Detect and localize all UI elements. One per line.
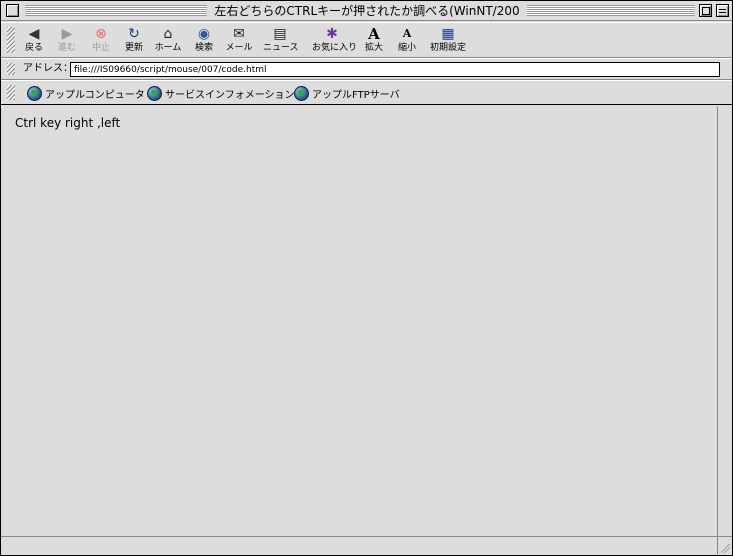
text-larger-button[interactable]: A 拡大 <box>357 26 391 54</box>
news-button-label: ニュース <box>263 43 299 53</box>
mail-button-label: メール <box>225 43 253 53</box>
vertical-scrollbar[interactable] <box>717 106 732 536</box>
toolbar-grip[interactable] <box>7 27 15 53</box>
favorite-link-service-information[interactable]: サービスインフォメーション <box>147 85 295 101</box>
favorite-link-apple-computer[interactable]: アップルコンピュータ <box>27 85 145 101</box>
address-bar-grip[interactable] <box>7 63 15 75</box>
globe-icon <box>147 85 162 101</box>
refresh-button[interactable]: ↻ 更新 <box>117 26 151 54</box>
globe-icon <box>27 85 42 101</box>
news-icon: ▤ <box>273 26 287 42</box>
favorites-bar-grip[interactable] <box>7 85 15 100</box>
preferences-button-label: 初期設定 <box>429 43 466 53</box>
stop-icon: ⊗ <box>95 26 107 42</box>
text-larger-button-label: 拡大 <box>364 43 383 53</box>
forward-button[interactable]: ▶ 進む <box>50 26 84 54</box>
search-button[interactable]: ◉ 検索 <box>187 26 221 54</box>
back-button-label: 戻る <box>24 43 43 53</box>
stop-button-label: 中止 <box>91 43 110 53</box>
favorites-button-label: お気に入り <box>312 43 358 53</box>
text-smaller-button[interactable]: A 縮小 <box>390 26 424 54</box>
title-bar-stripes <box>25 5 207 16</box>
favorite-link-label: アップルコンピュータ <box>45 89 145 101</box>
favorites-bar: アップルコンピュータ サービスインフォメーション アップルFTPサーバ <box>1 80 732 105</box>
resize-grip-icon[interactable] <box>717 536 732 555</box>
home-icon: ⌂ <box>163 26 173 42</box>
refresh-button-label: 更新 <box>124 43 143 53</box>
stop-button[interactable]: ⊗ 中止 <box>84 26 118 54</box>
back-arrow-icon: ◀ <box>28 26 40 42</box>
address-label: アドレス： <box>23 63 73 74</box>
content-text: Ctrl key right ,left <box>15 116 121 130</box>
search-globe-icon: ◉ <box>197 26 211 42</box>
preferences-icon: ▦ <box>441 26 455 42</box>
address-bar: アドレス： <box>1 58 732 80</box>
mail-icon: ✉ <box>233 26 245 42</box>
favorite-link-label: アップルFTPサーバ <box>312 89 400 101</box>
close-box-button[interactable] <box>6 4 19 17</box>
text-larger-icon: A <box>368 25 380 43</box>
favorite-link-apple-ftp-server[interactable]: アップルFTPサーバ <box>294 85 400 101</box>
news-button[interactable]: ▤ ニュース <box>263 26 299 54</box>
address-input[interactable] <box>70 62 720 77</box>
zoom-box-button[interactable] <box>699 4 712 17</box>
title-bar[interactable]: 左右どちらのCTRLキーが押されたか調べる(WinNT/200 <box>1 1 732 21</box>
window-title: 左右どちらのCTRLキーが押されたか調べる(WinNT/200 <box>209 4 525 18</box>
home-button[interactable]: ⌂ ホーム <box>151 26 185 54</box>
horizontal-scrollbar[interactable] <box>1 536 717 555</box>
text-smaller-button-label: 縮小 <box>397 43 416 53</box>
preferences-button[interactable]: ▦ 初期設定 <box>428 26 468 54</box>
search-button-label: 検索 <box>194 43 213 53</box>
back-button[interactable]: ◀ 戻る <box>17 26 51 54</box>
refresh-icon: ↻ <box>128 26 140 42</box>
page-content: Ctrl key right ,left <box>1 106 717 536</box>
forward-arrow-icon: ▶ <box>61 26 73 42</box>
globe-icon <box>294 85 309 101</box>
text-smaller-icon: A <box>402 27 412 40</box>
home-button-label: ホーム <box>154 43 182 53</box>
favorite-link-label: サービスインフォメーション <box>165 89 295 101</box>
collapse-box-button[interactable] <box>716 4 729 17</box>
mail-button[interactable]: ✉ メール <box>222 26 256 54</box>
favorites-icon: ✱ <box>326 26 338 42</box>
browser-window: 左右どちらのCTRLキーが押されたか調べる(WinNT/200 ◀ 戻る ▶ 進… <box>0 0 733 556</box>
navigation-toolbar: ◀ 戻る ▶ 進む ⊗ 中止 ↻ 更新 ⌂ ホーム ◉ 検索 ✉ メール ▤ ニ <box>1 22 732 58</box>
favorites-button[interactable]: ✱ お気に入り <box>312 26 358 54</box>
title-bar-stripes <box>527 5 695 16</box>
forward-button-label: 進む <box>57 43 76 53</box>
